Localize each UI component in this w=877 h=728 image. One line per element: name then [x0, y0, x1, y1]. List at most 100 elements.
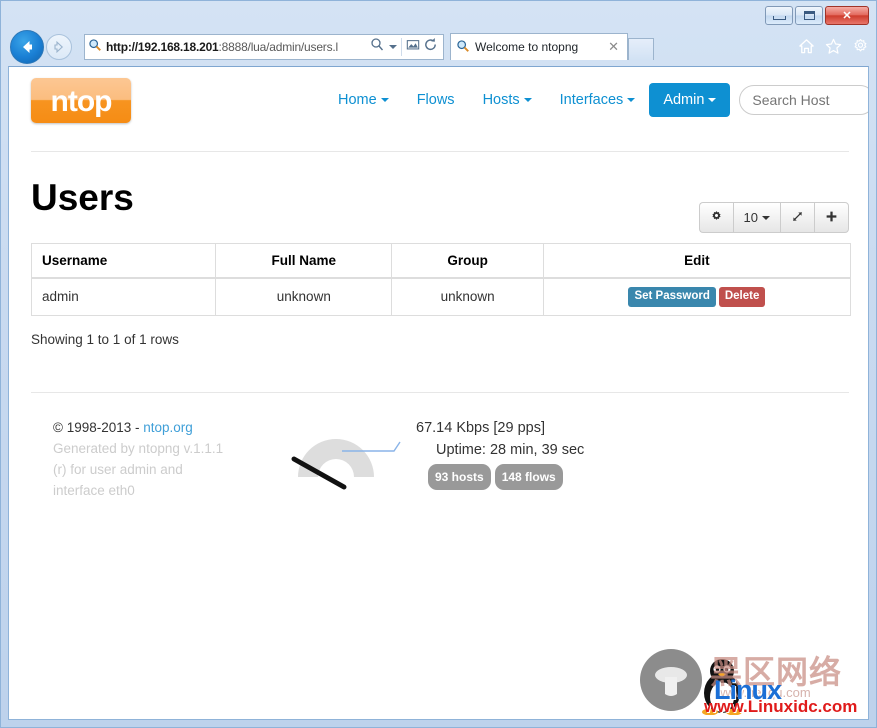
tools-gear-icon[interactable] — [852, 38, 869, 55]
nav-item-admin[interactable]: Admin — [649, 83, 731, 117]
nav-label-interfaces: Interfaces — [559, 92, 624, 108]
home-icon[interactable] — [798, 38, 815, 55]
title-bar: ✕ — [0, 0, 877, 28]
back-button[interactable] — [10, 30, 44, 64]
gear-icon — [710, 210, 723, 226]
table-header-row: Username Full Name Group Edit — [31, 243, 851, 279]
nav-item-interfaces[interactable]: Interfaces — [546, 83, 650, 117]
page-size-dropdown[interactable]: 10 — [732, 202, 780, 233]
column-header-username[interactable]: Username — [31, 243, 217, 279]
forward-button[interactable] — [46, 34, 72, 60]
nav-label-flows: Flows — [416, 92, 455, 108]
header-divider — [31, 151, 849, 152]
users-header: Users 10 — [31, 179, 849, 233]
maximize-button[interactable] — [795, 6, 823, 25]
table-header: Username Full Name Group Edit — [31, 243, 851, 279]
table-toolbar: 10 — [698, 202, 849, 233]
add-user-button[interactable] — [814, 202, 849, 233]
generated-line-2: (r) for user admin and — [53, 462, 183, 477]
table-row: admin unknown unknown Set Password Delete — [31, 278, 851, 316]
set-password-button[interactable]: Set Password — [628, 287, 716, 307]
page-viewport: ntop Home Flows Hosts Interfaces Admin S… — [8, 66, 869, 720]
table-body: admin unknown unknown Set Password Delete — [31, 278, 851, 316]
watermark-url: www.Linuxidc.com — [704, 697, 858, 716]
expand-arrows-icon — [791, 210, 804, 226]
ntop-logo[interactable]: ntop — [31, 78, 131, 123]
compatibility-view-icon[interactable] — [406, 38, 420, 57]
nav-label-admin: Admin — [663, 92, 705, 108]
main-navigation: Home Flows Hosts Interfaces Admin — [324, 83, 868, 117]
footer-divider — [31, 392, 849, 393]
navigation-arrows — [10, 30, 72, 64]
ntop-org-link[interactable]: ntop.org — [143, 420, 193, 435]
window-controls: ✕ — [765, 6, 869, 25]
forward-icon — [54, 40, 64, 54]
cell-group: unknown — [391, 278, 544, 316]
speed-gauge-icon — [286, 425, 416, 495]
back-icon — [23, 41, 32, 53]
generated-line-3: interface eth0 — [53, 483, 135, 498]
throughput-text: 67.14 Kbps [29 pps] — [416, 420, 545, 436]
browser-tab[interactable]: Welcome to ntopng ✕ — [450, 33, 628, 60]
search-dropdown-icon[interactable] — [370, 37, 386, 58]
tab-close-icon[interactable]: ✕ — [605, 39, 622, 55]
nav-item-flows[interactable]: Flows — [403, 83, 469, 117]
cell-username: admin — [31, 278, 217, 316]
table-settings-button[interactable] — [698, 202, 733, 233]
users-table-wrapper: Username Full Name Group Edit admin unkn… — [31, 243, 851, 316]
tab-strip: Welcome to ntopng ✕ — [450, 33, 654, 60]
flows-badge[interactable]: 148 flows — [494, 464, 563, 490]
chevron-down-icon — [523, 98, 532, 102]
tab-favicon-icon — [456, 39, 470, 56]
chevron-down-icon — [762, 215, 770, 220]
column-header-group[interactable]: Group — [391, 243, 544, 279]
chevron-down-icon — [708, 98, 717, 102]
chevron-down-icon[interactable] — [389, 38, 397, 56]
close-button[interactable]: ✕ — [825, 6, 869, 25]
nav-item-hosts[interactable]: Hosts — [469, 83, 546, 117]
plus-icon — [825, 210, 838, 226]
cell-edit-actions: Set Password Delete — [543, 278, 851, 316]
footer-copyright: © 1998-2013 - ntop.org Generated by ntop… — [53, 417, 243, 501]
generated-line-1: Generated by ntopng v.1.1.1 — [53, 441, 224, 456]
hosts-badge[interactable]: 93 hosts — [428, 464, 491, 490]
address-text: http://192.168.18.201:8888/lua/admin/use… — [106, 40, 339, 54]
delete-button[interactable]: Delete — [718, 287, 766, 307]
toolbar-divider — [401, 38, 402, 56]
search-host-input[interactable] — [739, 85, 868, 115]
cell-full-name: unknown — [215, 278, 393, 316]
tab-title: Welcome to ntopng — [475, 40, 579, 54]
footer-stats: 67.14 Kbps [29 pps] Uptime: 28 min, 39 s… — [416, 417, 584, 490]
nav-item-home[interactable]: Home — [324, 83, 403, 117]
logo-text: ntop — [50, 84, 113, 118]
copyright-text: © 1998-2013 - — [53, 420, 144, 435]
footer-badges: 93 hosts 148 flows — [428, 464, 584, 490]
favorites-star-icon[interactable] — [825, 38, 842, 55]
column-header-full-name[interactable]: Full Name — [215, 243, 393, 279]
page-size-value: 10 — [743, 210, 758, 225]
fullscreen-button[interactable] — [780, 202, 814, 233]
minimize-icon — [772, 15, 786, 20]
browser-toolbar: http://192.168.18.201:8888/lua/admin/use… — [0, 28, 877, 70]
maximize-icon — [803, 11, 815, 20]
minimize-button[interactable] — [765, 6, 793, 25]
browser-window: ✕ http://192.168.18.201:8888/lua/admin/u… — [0, 0, 877, 728]
users-table: Username Full Name Group Edit admin unkn… — [31, 243, 851, 316]
browser-command-bar — [798, 38, 869, 55]
column-header-edit[interactable]: Edit — [543, 243, 851, 279]
rows-summary: Showing 1 to 1 of 1 rows — [31, 332, 179, 347]
refresh-icon[interactable] — [423, 37, 438, 57]
site-header: ntop Home Flows Hosts Interfaces Admin S… — [9, 67, 868, 153]
mushroom-icon — [652, 661, 690, 699]
uptime-text: Uptime: 28 min, 39 sec — [436, 442, 585, 458]
page-content: ntop Home Flows Hosts Interfaces Admin S… — [9, 67, 868, 719]
chevron-down-icon — [627, 98, 636, 102]
nav-label-home: Home — [338, 92, 377, 108]
watermark: 黑区网络 www.hei qu.com Linux www.Linuxidc.c… — [630, 643, 866, 719]
nav-label-hosts: Hosts — [482, 92, 520, 108]
address-bar[interactable]: http://192.168.18.201:8888/lua/admin/use… — [84, 34, 444, 60]
chevron-down-icon — [380, 98, 389, 102]
search-favicon-icon — [88, 38, 102, 57]
address-bar-icons — [370, 37, 440, 58]
new-tab-button[interactable] — [628, 38, 654, 60]
